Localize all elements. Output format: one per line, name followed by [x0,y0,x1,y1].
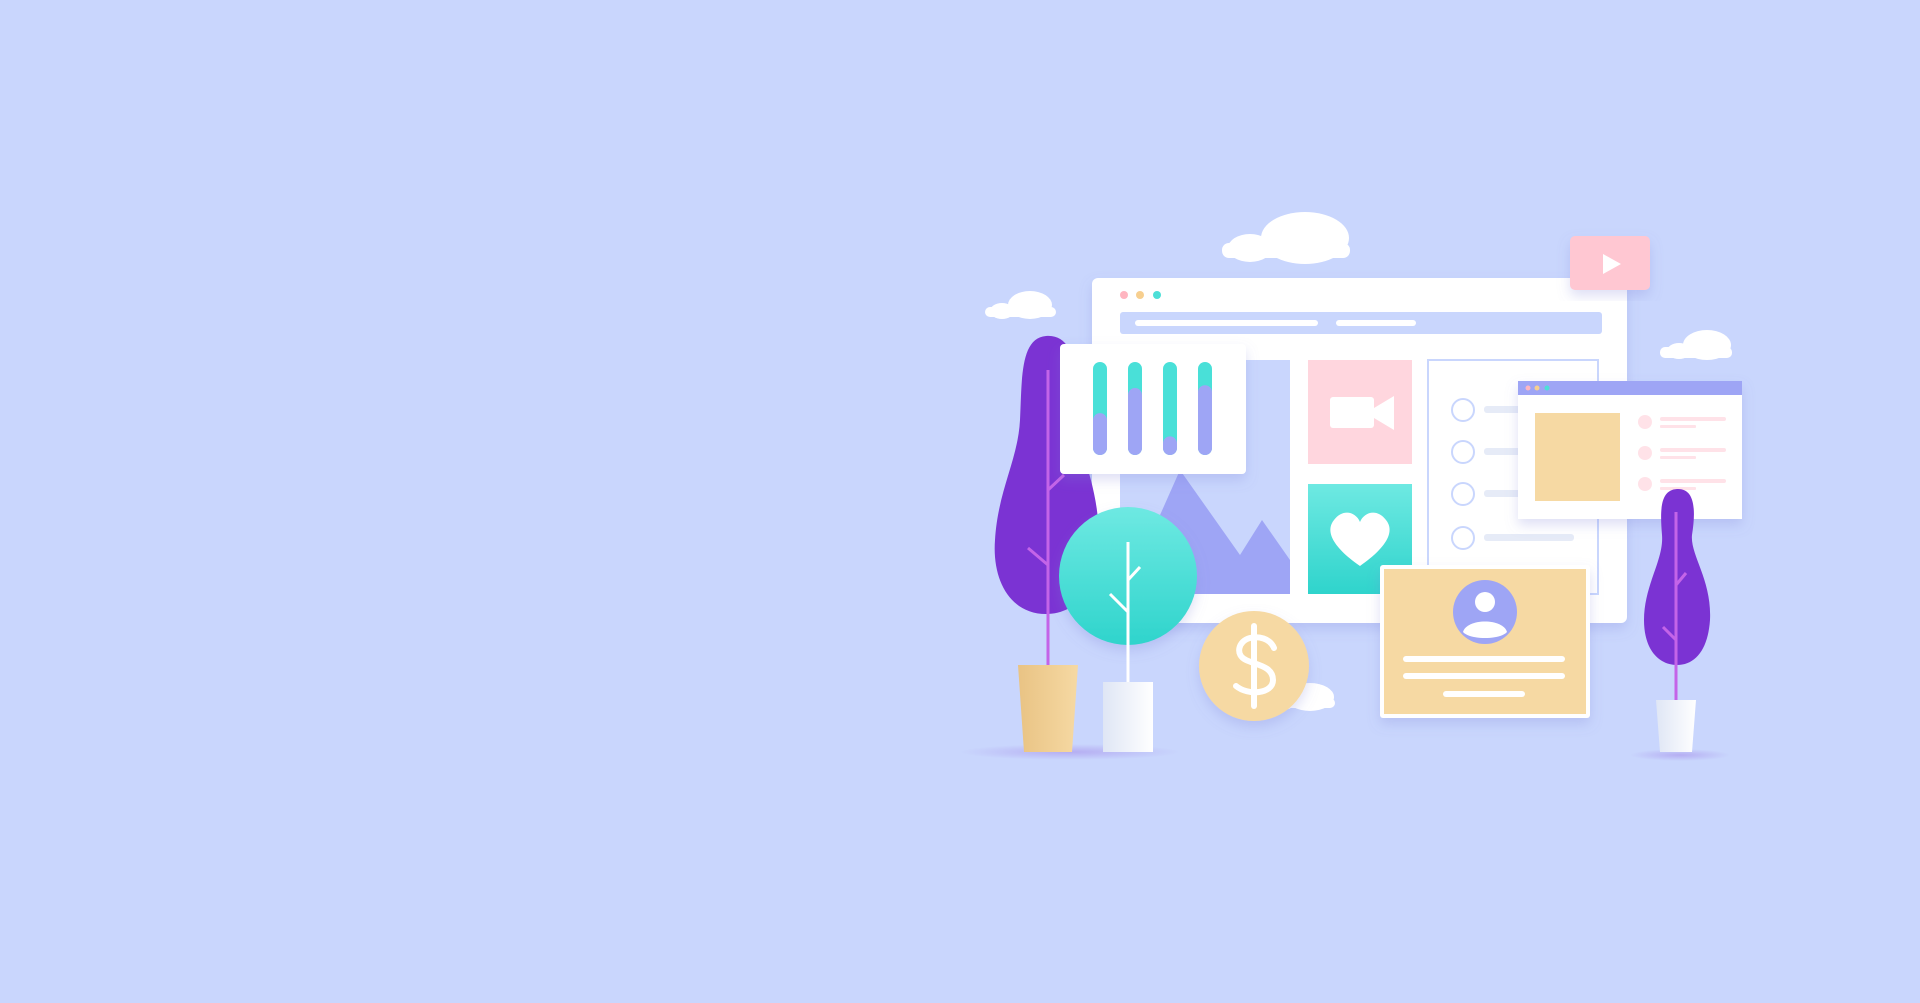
cloud-icon [1222,212,1350,264]
secondary-window-titlebar [1518,381,1742,395]
bar-fill [1198,385,1212,455]
profile-text-line [1403,673,1565,679]
bar-fill [1163,436,1177,455]
cloud-icon [1660,330,1732,360]
user-avatar-icon [1453,580,1517,644]
web-dashboard-illustration [960,212,1742,761]
tree-pot [1103,682,1153,752]
hero-background [0,0,1920,1003]
window-dot-teal [1153,291,1161,299]
window-dot-red [1120,291,1128,299]
window-dot-yellow [1534,385,1540,391]
profile-text-line [1403,656,1565,662]
plant-pot [1018,665,1078,752]
bar-chart-card [1060,344,1246,474]
address-text-line [1135,320,1318,326]
profile-text-line [1443,691,1525,697]
window-dot-yellow [1136,291,1144,299]
cloud-icon [985,291,1056,319]
window-dot-red [1525,385,1531,391]
address-text-line [1336,320,1416,326]
plant-pot [1656,700,1696,752]
secondary-window-image [1535,413,1620,501]
bar-fill [1093,413,1107,455]
window-dot-teal [1544,385,1550,391]
bar-fill [1128,388,1142,455]
